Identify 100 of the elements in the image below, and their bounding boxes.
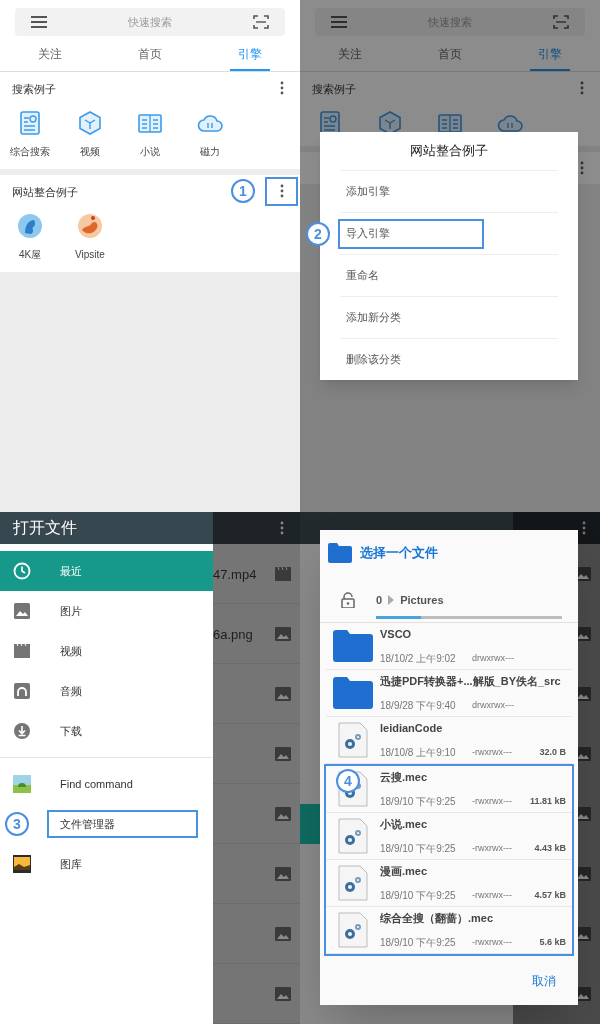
drawer-item[interactable]: 最近 xyxy=(0,551,213,591)
section-title: 搜索例子 xyxy=(312,83,356,95)
settings-file-icon xyxy=(338,818,368,854)
engine-item[interactable]: 磁力 xyxy=(180,104,240,159)
image-icon xyxy=(275,626,291,641)
file-permissions: drwxrwx--- xyxy=(472,652,514,663)
menu-icon xyxy=(31,16,47,28)
menu-button[interactable] xyxy=(331,16,347,28)
tab[interactable]: 关注 xyxy=(300,36,400,71)
drawer-item[interactable]: 音频 xyxy=(0,671,213,711)
image-icon xyxy=(13,602,31,620)
file-row[interactable]: 漫画.mec 18/9/10 下午9:25 -rwxrwx--- 4.57 kB xyxy=(326,860,572,907)
menu-item[interactable]: 重命名 xyxy=(338,260,387,291)
settings-file-icon xyxy=(338,722,368,758)
file-row[interactable]: 迅捷PDF转换器+...解版_BY佚名_src 18/9/28 下午9:40 drwxrwx--- xyxy=(326,670,572,717)
more-icon xyxy=(279,184,284,198)
engine-item[interactable]: 综合搜索 xyxy=(0,104,60,159)
file-row[interactable]: 云搜.mec 18/9/10 下午9:25 -rwxrwx--- 11.81 kB 4 xyxy=(326,766,572,813)
clapperboard-icon xyxy=(13,642,31,660)
file-name[interactable]: 漫画.mec xyxy=(380,863,566,880)
file-size: 4.43 kB xyxy=(534,841,566,855)
more-button[interactable] xyxy=(280,521,284,535)
engine-item[interactable]: 4K屋 xyxy=(0,207,60,262)
menu-item[interactable]: 添加引擎 xyxy=(338,176,398,207)
image-icon xyxy=(275,686,291,701)
file-permissions: -rwxrwx--- xyxy=(472,936,512,947)
drawer-item[interactable]: 下载 xyxy=(0,711,213,751)
drawer-item[interactable]: 图片 xyxy=(0,591,213,631)
section-title: 网站整合例子 xyxy=(12,186,78,198)
tab[interactable]: 关注 xyxy=(0,36,100,71)
drawer-item[interactable]: Find command xyxy=(0,764,213,804)
more-icon xyxy=(582,521,586,535)
file-size: 32.0 B xyxy=(539,745,566,759)
scan-button[interactable] xyxy=(253,15,269,29)
menu-item[interactable]: 导入引擎 xyxy=(338,218,484,249)
engine-item[interactable]: Vipsite xyxy=(60,207,120,262)
landscape-icon xyxy=(13,775,31,793)
scan-icon xyxy=(553,15,569,29)
file-size: 11.81 kB xyxy=(529,794,566,808)
path-segment[interactable]: 0 xyxy=(376,591,383,609)
cube-icon xyxy=(77,110,103,136)
file-permissions: drwxrwx--- xyxy=(472,699,514,710)
scan-button[interactable] xyxy=(553,15,569,29)
file-row[interactable]: VSCO 18/10/2 上午9:02 drwxrwx--- xyxy=(326,623,572,670)
chevron-icon xyxy=(388,595,395,605)
file-permissions: -rwxrwx--- xyxy=(472,746,512,757)
scan-icon xyxy=(253,15,269,29)
file-name[interactable]: 云搜.mec xyxy=(380,769,566,786)
file-row[interactable]: 小说.mec 18/9/10 下午9:25 -rwxrwx--- 4.43 kB xyxy=(326,813,572,860)
file-date: 18/10/2 上午9:02 xyxy=(380,652,456,664)
menu-item[interactable]: 添加新分类 xyxy=(338,302,409,333)
image-icon xyxy=(275,926,291,941)
file-date: 18/9/10 下午9:25 xyxy=(380,889,456,901)
drawer-item[interactable]: 视频 xyxy=(0,631,213,671)
more-icon xyxy=(279,81,284,95)
drawer-item[interactable]: 图库 xyxy=(0,844,213,884)
more-icon xyxy=(280,521,284,535)
screen-title: 打开文件 xyxy=(13,518,77,538)
callout-marker: 4 xyxy=(336,769,360,793)
file-name: 47.mp4 xyxy=(213,566,257,582)
settings-file-icon xyxy=(338,865,368,901)
app-icon xyxy=(17,213,43,239)
menu-item[interactable]: 删除该分类 xyxy=(338,344,409,375)
menu-button[interactable] xyxy=(31,16,47,28)
tab[interactable]: 首页 xyxy=(400,36,500,71)
file-date: 18/9/28 下午9:40 xyxy=(380,699,456,711)
lock-icon xyxy=(341,592,355,608)
file-name[interactable]: 小说.mec xyxy=(380,816,566,833)
engine-item[interactable]: 视频 xyxy=(60,104,120,159)
dialog-title: 网站整合例子 xyxy=(409,142,489,161)
file-date: 18/9/10 下午9:25 xyxy=(380,795,456,807)
folder-icon xyxy=(328,543,352,563)
folder-icon xyxy=(333,677,373,709)
file-permissions: -rwxrwx--- xyxy=(472,889,512,900)
file-name[interactable]: leidianCode xyxy=(380,720,566,737)
folder-icon xyxy=(333,630,373,662)
engine-item[interactable]: 小说 xyxy=(120,104,180,159)
file-size: 5.6 kB xyxy=(539,935,566,949)
cancel-button[interactable]: 取消 xyxy=(532,971,556,990)
headphones-icon xyxy=(13,682,31,700)
dialog-title: 选择一个文件 xyxy=(360,544,438,563)
callout-marker: 3 xyxy=(5,812,29,836)
file-permissions: -rwxrwx--- xyxy=(472,842,512,853)
more-button[interactable] xyxy=(265,176,298,206)
image-icon xyxy=(275,746,291,761)
file-row[interactable]: leidianCode 18/10/8 上午9:10 -rwxrwx--- 32.0 B xyxy=(326,717,572,764)
file-name[interactable]: 综合全搜（翻蔷）.mec xyxy=(380,910,566,927)
document-icon xyxy=(17,110,43,136)
file-date: 18/10/8 上午9:10 xyxy=(380,746,456,758)
file-name[interactable]: 迅捷PDF转换器+...解版_BY佚名_src xyxy=(380,673,566,690)
file-name[interactable]: VSCO xyxy=(380,626,566,643)
sunset-icon xyxy=(13,855,31,873)
callout-marker: 1 xyxy=(231,179,255,203)
path-segment[interactable]: Pictures xyxy=(400,591,444,609)
tab[interactable]: 首页 xyxy=(100,36,200,71)
more-icon xyxy=(579,161,584,175)
file-row[interactable]: 综合全搜（翻蔷）.mec 18/9/10 下午9:25 -rwxrwx--- 5.6 kB xyxy=(326,907,572,954)
file-name: 6a.png xyxy=(213,626,253,642)
file-date: 18/9/10 下午9:25 xyxy=(380,936,456,948)
clapperboard-icon xyxy=(275,566,291,581)
